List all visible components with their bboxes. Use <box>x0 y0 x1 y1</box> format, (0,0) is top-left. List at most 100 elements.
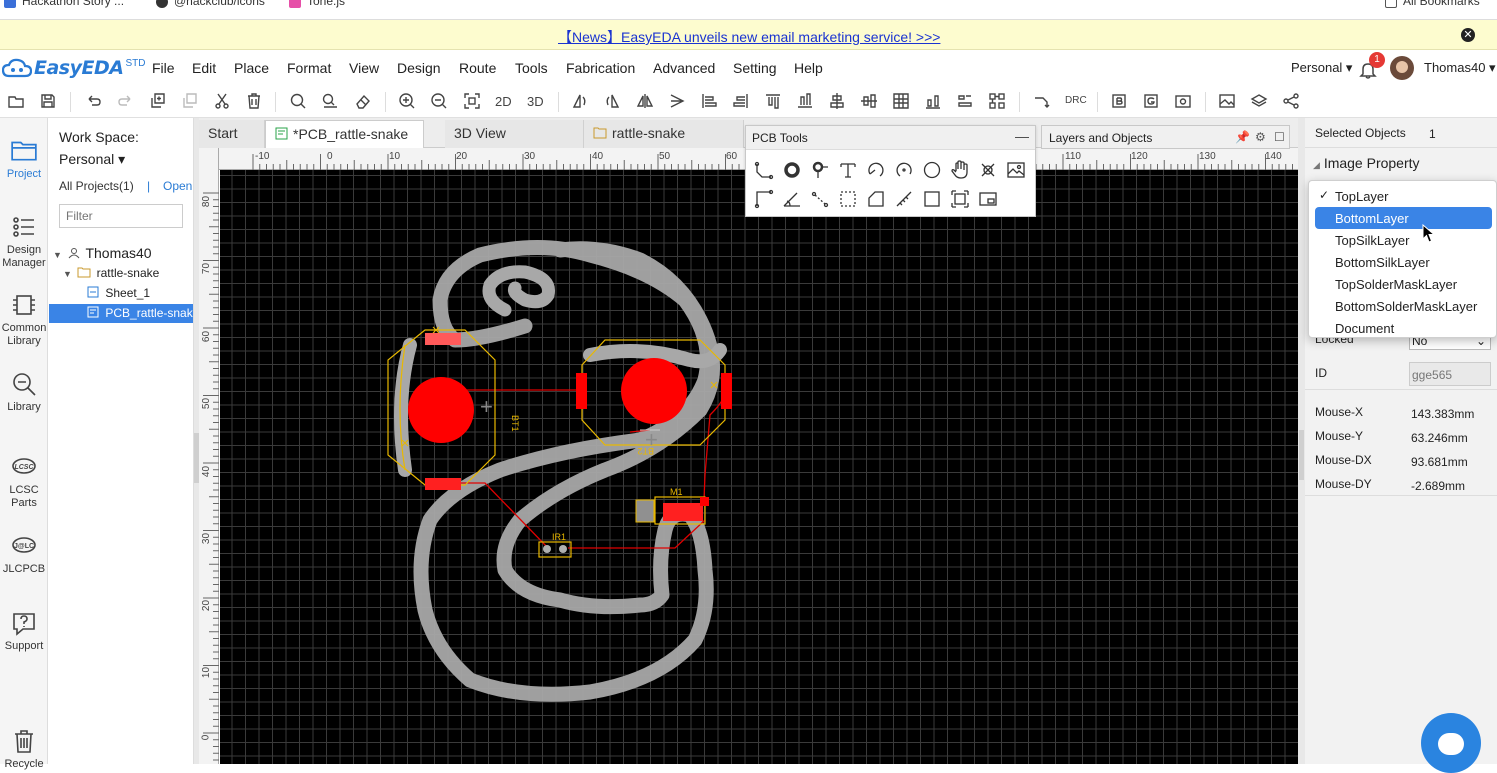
save-icon[interactable] <box>37 90 59 112</box>
tree-user[interactable]: ▼ Thomas40 <box>53 245 152 261</box>
menu-route[interactable]: Route <box>459 60 496 76</box>
gerber-icon[interactable] <box>1140 90 1162 112</box>
text-tool-icon[interactable] <box>838 160 860 182</box>
solid-region-tool-icon[interactable] <box>838 189 860 211</box>
rotate-right-icon[interactable] <box>601 90 623 112</box>
photo-view-icon[interactable] <box>1216 90 1238 112</box>
chat-button[interactable] <box>1421 713 1481 773</box>
pcb-tools-header[interactable]: PCB Tools — <box>746 126 1035 150</box>
avatar[interactable] <box>1390 56 1414 80</box>
flip-vertical-icon[interactable] <box>666 90 688 112</box>
nav-support[interactable]: Support <box>0 610 48 653</box>
rotate-left-icon[interactable] <box>569 90 591 112</box>
line-tool-icon[interactable] <box>754 189 776 211</box>
layer-option[interactable]: Document <box>1309 317 1496 339</box>
copy-icon[interactable] <box>147 90 169 112</box>
align-bottom-icon[interactable] <box>794 90 816 112</box>
drc-button[interactable]: DRC <box>1065 95 1087 106</box>
align-top-icon[interactable] <box>762 90 784 112</box>
view-2d-button[interactable]: 2D <box>495 94 512 109</box>
bookmark-item[interactable]: Tone.js <box>289 0 345 8</box>
zoom-in-icon[interactable] <box>396 90 418 112</box>
eraser-icon[interactable] <box>352 90 374 112</box>
easyeda-logo[interactable]: EasyEDA STD <box>2 56 145 80</box>
gear-icon[interactable]: ⚙ <box>1255 130 1266 144</box>
distribute-h-icon[interactable] <box>922 90 944 112</box>
new-file-icon[interactable] <box>5 90 27 112</box>
undo-icon[interactable] <box>83 90 105 112</box>
dimension-tool-icon[interactable] <box>782 189 804 211</box>
align-center-h-icon[interactable] <box>826 90 848 112</box>
nav-common-library[interactable]: Common Library <box>0 292 48 348</box>
menu-advanced[interactable]: Advanced <box>653 60 715 76</box>
layer-option[interactable]: TopSolderMaskLayer <box>1309 273 1496 295</box>
layer-option[interactable]: BottomSilkLayer <box>1309 251 1496 273</box>
align-grid-icon[interactable] <box>890 90 912 112</box>
hand-tool-icon[interactable] <box>950 160 972 182</box>
view-3d-button[interactable]: 3D <box>527 94 544 109</box>
right-splitter[interactable] <box>1298 118 1305 764</box>
news-link[interactable]: 【News】EasyEDA unveils new email marketin… <box>558 27 940 47</box>
caret-down-icon[interactable]: ▼ <box>63 269 72 279</box>
cross-probe-icon[interactable] <box>986 90 1008 112</box>
pcb-canvas[interactable]: + BT1 + BT2 M1 IR1 <box>220 170 1298 764</box>
menu-tools[interactable]: Tools <box>515 60 548 76</box>
all-projects-link[interactable]: All Projects(1) <box>59 179 134 193</box>
layers-objects-panel[interactable]: Layers and Objects 📌 ⚙ ☐ <box>1041 125 1290 149</box>
layer-option[interactable]: ✓ TopLayer <box>1309 185 1496 207</box>
route-icon[interactable] <box>1031 90 1053 112</box>
menu-view[interactable]: View <box>349 60 379 76</box>
image-tool-icon[interactable] <box>1006 160 1028 182</box>
measure-tool-icon[interactable] <box>894 189 916 211</box>
layer-option[interactable]: BottomLayer <box>1315 207 1492 229</box>
nav-lcsc-parts[interactable]: LCSC LCSC Parts <box>0 454 48 510</box>
flip-horizontal-icon[interactable] <box>634 90 656 112</box>
align-right-icon[interactable] <box>730 90 752 112</box>
circle-tool-icon[interactable] <box>922 160 944 182</box>
tree-project[interactable]: ▼ rattle-snake <box>63 266 159 280</box>
nav-library[interactable]: Library <box>0 371 48 414</box>
find-replace-icon[interactable] <box>319 90 341 112</box>
open-link[interactable]: Open <box>163 179 192 193</box>
search-icon[interactable] <box>287 90 309 112</box>
maximize-icon[interactable]: ☐ <box>1274 130 1285 144</box>
menu-format[interactable]: Format <box>287 60 331 76</box>
tree-sheet[interactable]: Sheet_1 <box>87 286 150 300</box>
nav-project[interactable]: Project <box>0 136 48 181</box>
id-value[interactable]: gge565 <box>1409 362 1491 386</box>
cut-icon[interactable] <box>211 90 233 112</box>
close-icon[interactable]: ✕ <box>1461 28 1475 42</box>
nav-recycle[interactable]: Recycle <box>0 728 48 771</box>
arc-tool-icon[interactable] <box>866 160 888 182</box>
menu-setting[interactable]: Setting <box>733 60 777 76</box>
tree-pcb[interactable]: PCB_rattle-snake <box>49 304 193 323</box>
tab-pcb[interactable]: *PCB_rattle-snake <box>265 120 424 148</box>
copper-area-tool-icon[interactable] <box>978 160 1000 182</box>
polygon-tool-icon[interactable] <box>866 189 888 211</box>
layers-icon[interactable] <box>1248 90 1270 112</box>
image-property-header[interactable]: ◢ Image Property <box>1313 155 1420 171</box>
pad-tool-icon[interactable] <box>782 160 804 182</box>
nav-design-manager[interactable]: Design Manager <box>0 214 48 270</box>
redo-icon[interactable] <box>114 90 136 112</box>
pin-icon[interactable]: 📌 <box>1235 130 1250 144</box>
track-tool-icon[interactable] <box>754 160 776 182</box>
share-icon[interactable] <box>1280 90 1302 112</box>
bom-icon[interactable] <box>1108 90 1130 112</box>
connect-pad-tool-icon[interactable] <box>810 189 832 211</box>
canvas-origin-tool-icon[interactable] <box>978 189 1000 211</box>
bookmark-item[interactable]: @hackclub/icons <box>156 0 265 8</box>
tab-3d-view[interactable]: 3D View <box>445 120 584 148</box>
menu-file[interactable]: File <box>152 60 175 76</box>
caret-down-icon[interactable]: ▼ <box>53 250 62 260</box>
paste-icon[interactable] <box>179 90 201 112</box>
align-left-icon[interactable] <box>698 90 720 112</box>
tab-schematic[interactable]: rattle-snake <box>584 120 744 148</box>
fit-view-icon[interactable] <box>461 90 483 112</box>
menu-help[interactable]: Help <box>794 60 823 76</box>
layer-option[interactable]: TopSilkLayer <box>1309 229 1496 251</box>
workspace-selector[interactable]: Personal ▾ <box>1291 60 1352 76</box>
distribute-v-icon[interactable] <box>954 90 976 112</box>
bookmark-item[interactable]: Hackathon Story ... <box>4 0 124 8</box>
via-tool-icon[interactable] <box>810 160 832 182</box>
